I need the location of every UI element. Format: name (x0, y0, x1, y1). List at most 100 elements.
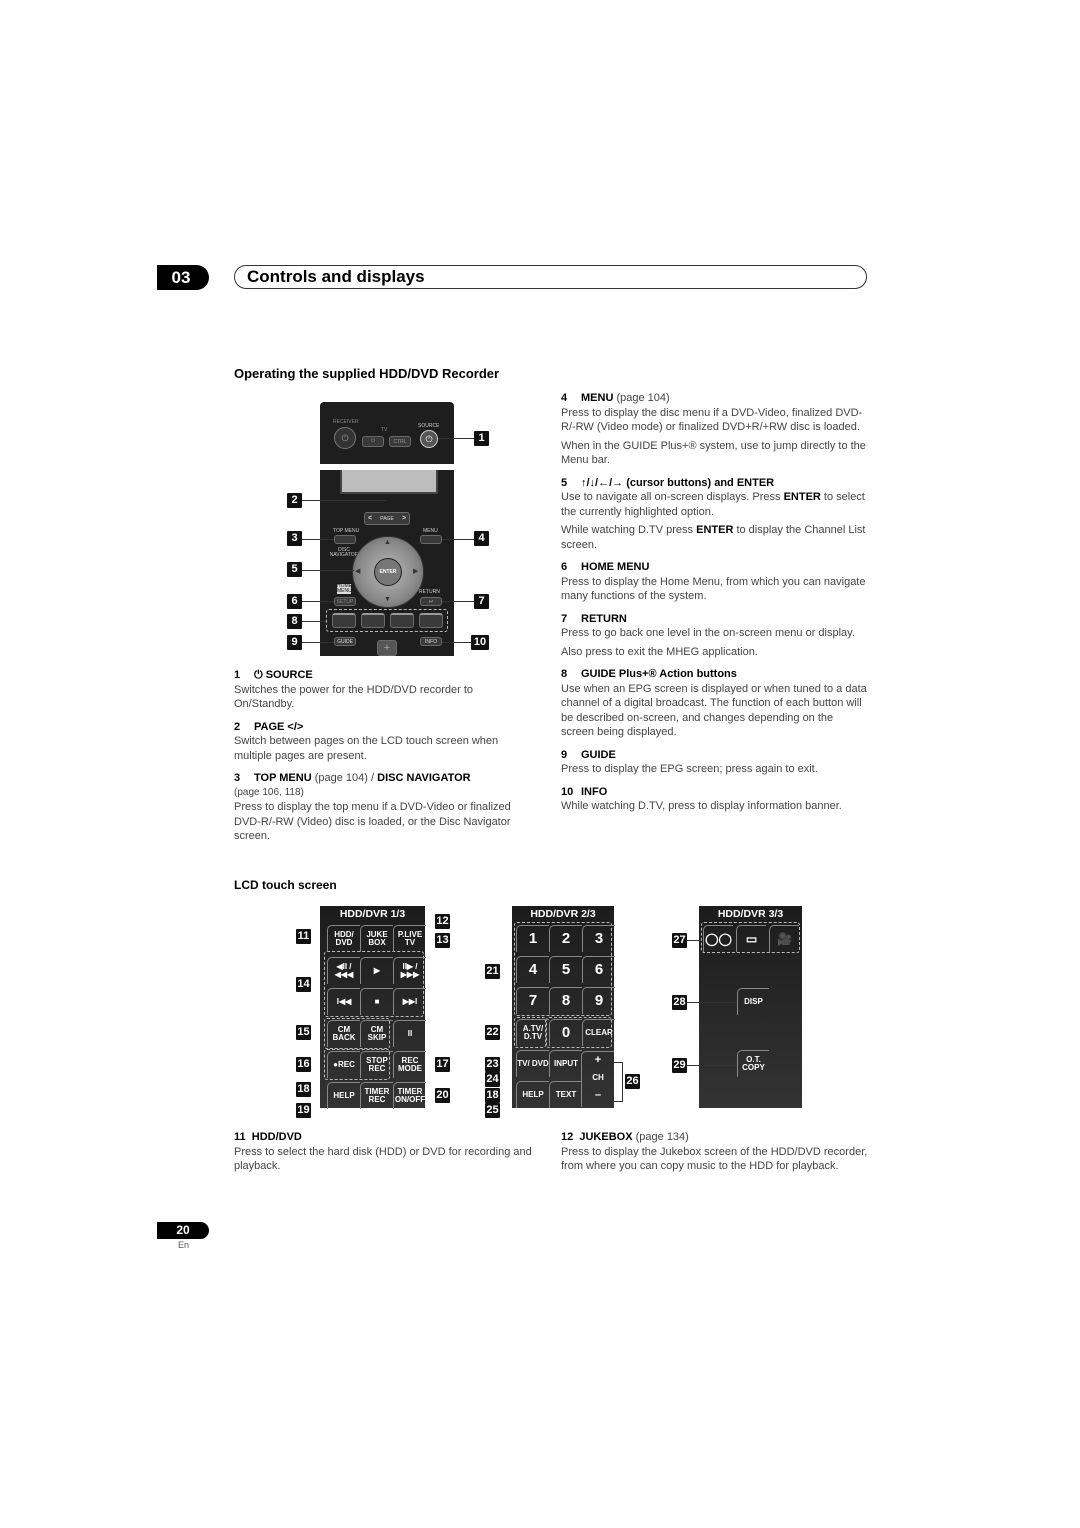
item-number: 10 (561, 785, 574, 798)
source-power-button[interactable]: ⏻ (420, 430, 438, 448)
lcd-button[interactable]: 8 (549, 987, 582, 1014)
cursor-right-icon[interactable]: ▶ (413, 568, 418, 575)
item-number: 12 (561, 1131, 574, 1143)
enter-button[interactable]: ENTER (374, 558, 402, 586)
chapter-title: Controls and displays (247, 267, 425, 286)
channel-up-button[interactable]: + (582, 1055, 614, 1065)
action-button-3[interactable] (390, 613, 414, 628)
top-menu-label: TOP MENU (333, 528, 360, 534)
lcd-button[interactable]: HELP (327, 1082, 360, 1109)
lcd-button[interactable]: INPUT (549, 1050, 582, 1077)
ot-copy-button[interactable]: O.T. COPY (737, 1050, 769, 1077)
lcd-button[interactable]: 6 (582, 956, 615, 983)
lcd-window (340, 470, 438, 494)
lcd-button[interactable]: 5 (549, 956, 582, 983)
cursor-up-icon[interactable]: ▲ (384, 539, 391, 546)
lcd-button[interactable]: II (393, 1020, 426, 1047)
cursor-left-icon[interactable]: ◀ (355, 568, 360, 575)
lcd-button[interactable]: JUKE BOX (360, 925, 393, 952)
cursor-down-icon[interactable]: ▼ (384, 596, 391, 603)
menu-button[interactable] (420, 535, 442, 544)
receiver-power-button[interactable]: ⏻ (334, 427, 356, 449)
channel-down-button[interactable]: – (582, 1090, 614, 1100)
item-guide: 9 GUIDE Press to display the EPG screen; … (561, 748, 869, 777)
lcd-button[interactable]: 3 (582, 925, 615, 952)
item-page-ref: (page 106, 118) (234, 786, 304, 798)
lcd-button[interactable]: CM BACK (327, 1020, 360, 1047)
callout-line (442, 642, 471, 643)
callout-2: 2 (287, 493, 302, 508)
lcd-button[interactable]: ●REC (327, 1051, 360, 1078)
action-button-2[interactable] (361, 613, 385, 628)
right-item-list: 4 MENU (page 104) Press to display the di… (561, 391, 869, 818)
lcd-button[interactable]: REC MODE (393, 1051, 426, 1078)
item-guide-plus-actions: 8 GUIDE Plus+® Action buttons Use when an… (561, 667, 869, 740)
return-button[interactable]: ↩ (420, 597, 442, 606)
callout-18b: 18 (485, 1088, 500, 1103)
item-menu: 4 MENU (page 104) Press to display the di… (561, 391, 869, 468)
page-right-button[interactable]: > (399, 513, 409, 525)
callout-1: 1 (474, 431, 489, 446)
audio-button[interactable]: ◯◯ (703, 925, 733, 952)
lcd-button[interactable]: CM SKIP (360, 1020, 393, 1047)
item-description: Use to navigate all on-screen displays. … (561, 491, 865, 518)
lcd-button[interactable]: ▶▶I (393, 988, 426, 1015)
lcd-button[interactable]: 4 (516, 956, 549, 983)
lcd-button[interactable]: HDD/ DVD (327, 925, 360, 952)
lcd-button[interactable]: ■ (360, 988, 393, 1015)
top-menu-button[interactable] (334, 535, 356, 544)
lcd-button[interactable]: A.TV/ D.TV (516, 1019, 549, 1046)
lcd-button[interactable]: 0 (549, 1019, 582, 1046)
disp-button[interactable]: DISP (737, 988, 769, 1015)
lcd-button[interactable]: 7 (516, 987, 549, 1014)
channel-bracket (614, 1062, 623, 1102)
camera-angle-button[interactable]: 🎥 (769, 925, 799, 952)
channel-button[interactable]: + CH – (581, 1051, 614, 1107)
channel-label: CH (592, 1072, 604, 1082)
action-button-1[interactable] (332, 613, 356, 628)
lcd-button[interactable]: P.LIVE TV (393, 925, 426, 952)
callout-16: 16 (296, 1057, 311, 1072)
lcd-button[interactable]: TIMER REC (360, 1082, 393, 1109)
lcd-button[interactable]: 2 (549, 925, 582, 952)
callout-line (687, 940, 701, 941)
lcd-button[interactable]: CLEAR (582, 1019, 615, 1046)
page-button-group: < PAGE > (364, 512, 410, 525)
language-label: En (178, 1240, 190, 1250)
guide-button[interactable]: GUIDE (334, 637, 356, 646)
lcd-button[interactable]: II▶ / ▶▶▶ (393, 957, 426, 984)
tv-power-button[interactable]: ⏻ (362, 436, 384, 447)
plus-button[interactable]: + (377, 640, 397, 656)
item-description: Also press to exit the MHEG application. (561, 645, 758, 658)
lcd-button[interactable]: TIMER ON/OFF (393, 1082, 426, 1109)
item-title: MENU (581, 392, 614, 404)
item-description: Press to display the EPG screen; press a… (561, 763, 818, 775)
lcd-button[interactable]: ▶ (360, 957, 393, 984)
tv-label: TV (381, 427, 388, 433)
callout-20: 20 (435, 1088, 450, 1103)
tv-ctrl-button[interactable]: CTRL (389, 436, 411, 447)
lcd-button[interactable]: STOP REC (360, 1051, 393, 1078)
lcd-button[interactable]: I◀◀ (327, 988, 360, 1015)
callout-29: 29 (672, 1058, 687, 1073)
left-item-list: 1 ⏻ SOURCE Switches the power for the HDD/… (234, 668, 534, 848)
item-number: 3 (234, 772, 241, 784)
callout-line (687, 1002, 737, 1003)
item-page: 2 PAGE </> Switch between pages on the LC… (234, 720, 534, 764)
item-page-ref: (page 104) / (314, 772, 375, 784)
lcd-button[interactable]: TEXT (549, 1081, 582, 1108)
info-button[interactable]: INFO (420, 637, 442, 646)
subtitle-button[interactable]: ▭ (736, 925, 766, 952)
lcd-button[interactable]: TV/ DVD (516, 1050, 549, 1077)
panel-title: HDD/DVR 1/3 (339, 908, 406, 920)
action-button-4[interactable] (419, 613, 443, 628)
item-title: ↑/↓/←/→ (cursor buttons) and ENTER (581, 476, 775, 489)
page-left-button[interactable]: < (365, 513, 375, 525)
lcd-button[interactable]: 1 (516, 925, 549, 952)
lcd-button[interactable]: HELP (516, 1081, 549, 1108)
lcd-button[interactable]: 9 (582, 987, 615, 1014)
item-source: 1 ⏻ SOURCE Switches the power for the HDD/… (234, 668, 534, 712)
lcd-button[interactable]: ◀II / ◀◀◀ (327, 957, 360, 984)
item-title: GUIDE (581, 748, 616, 761)
setup-button[interactable]: SETUP (334, 597, 356, 606)
